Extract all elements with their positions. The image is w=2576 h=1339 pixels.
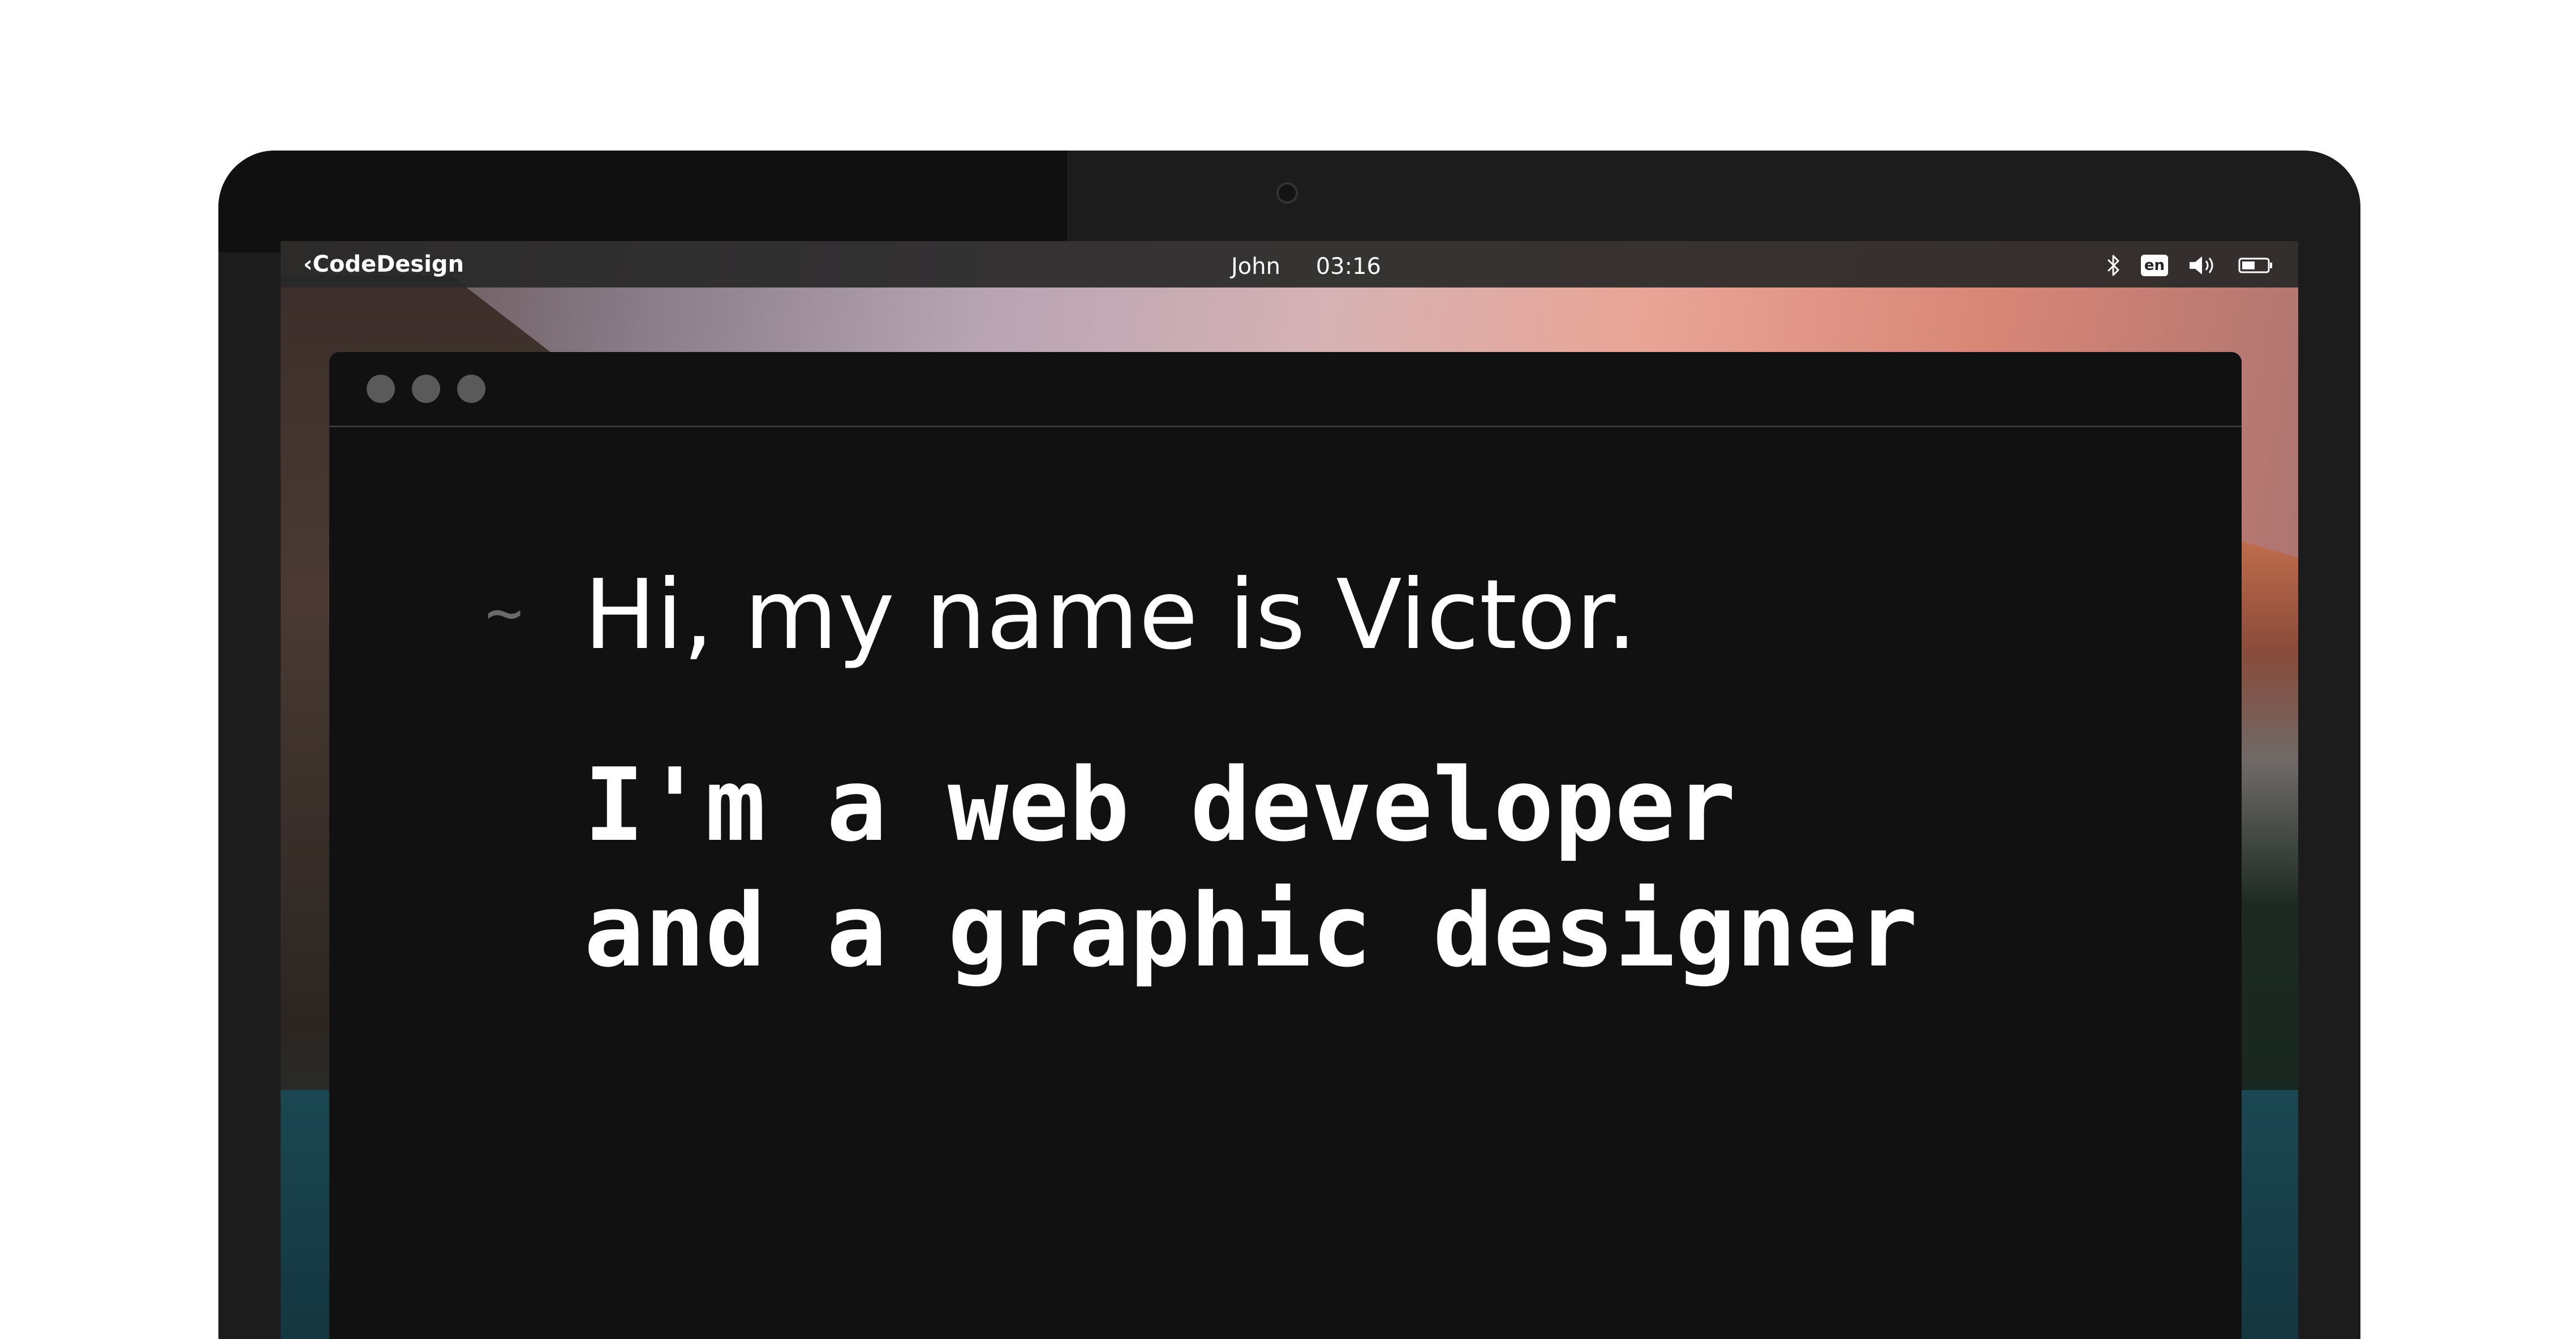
maximize-window-button[interactable] xyxy=(457,375,485,403)
greeting-text: Hi, my name is Victor. xyxy=(584,559,1637,671)
window-controls xyxy=(367,375,485,403)
menu-bar-center: John 03:16 xyxy=(1231,252,1381,281)
tagline-line-1: I'm a web developer xyxy=(584,746,1736,864)
language-label: en xyxy=(2140,255,2168,276)
battery-icon[interactable] xyxy=(2238,256,2273,274)
clock[interactable]: 03:16 xyxy=(1316,254,1381,280)
system-tray: en xyxy=(2107,251,2273,280)
user-name[interactable]: John xyxy=(1231,254,1280,280)
volume-icon[interactable] xyxy=(2188,254,2218,277)
minimize-window-button[interactable] xyxy=(412,375,440,403)
menu-bar: ‹CodeDesign John 03:16 en xyxy=(281,241,2298,287)
tagline-line-2: and a graphic designer xyxy=(584,872,1918,989)
camera-icon xyxy=(1276,182,1298,204)
language-indicator[interactable]: en xyxy=(2140,255,2168,276)
laptop-bezel: ‹CodeDesign John 03:16 en ~ Hi, my name … xyxy=(218,151,2360,1339)
brand-logo[interactable]: ‹CodeDesign xyxy=(303,250,464,278)
terminal-window: ~ Hi, my name is Victor. I'm a web devel… xyxy=(329,352,2242,1339)
tagline: I'm a web developer and a graphic design… xyxy=(584,743,1918,994)
bezel-reflection xyxy=(218,151,1067,252)
laptop-screen: ‹CodeDesign John 03:16 en ~ Hi, my name … xyxy=(281,241,2298,1339)
terminal-titlebar[interactable] xyxy=(329,352,2242,427)
close-window-button[interactable] xyxy=(367,375,395,403)
prompt-symbol: ~ xyxy=(485,576,523,649)
bluetooth-icon[interactable] xyxy=(2107,253,2121,278)
